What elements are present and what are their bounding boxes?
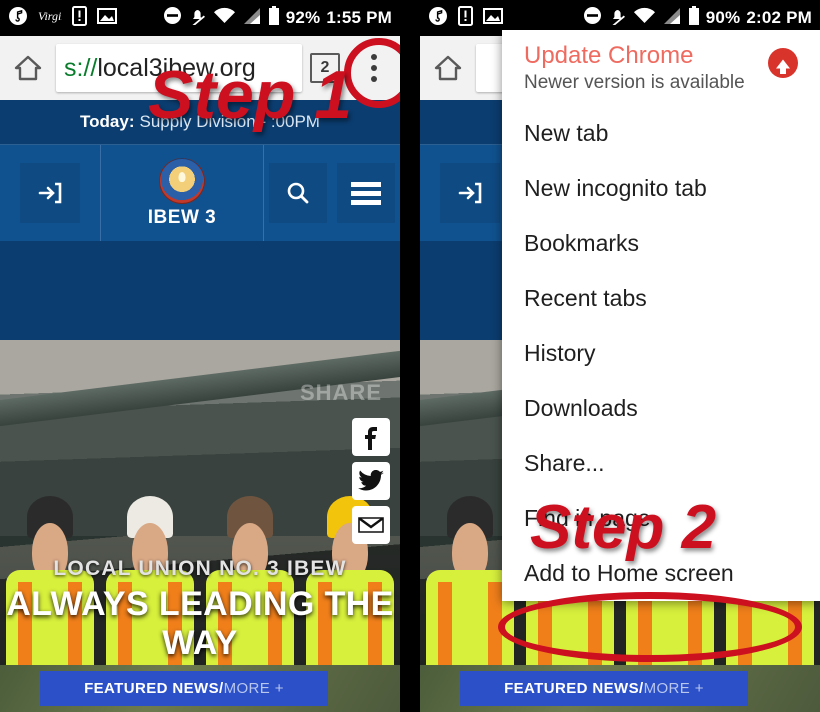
update-chrome-title: Update Chrome bbox=[524, 42, 694, 69]
email-icon[interactable] bbox=[352, 506, 390, 544]
silent-bell-icon bbox=[608, 6, 627, 30]
left-phone-screenshot: Virgin bbox=[0, 0, 400, 712]
chrome-toolbar: s://local3ibew.org 2 bbox=[0, 36, 400, 100]
status-bar-clock: 2:02 PM bbox=[746, 8, 812, 27]
hamburger-icon bbox=[337, 163, 395, 223]
url-scheme: s:// bbox=[64, 53, 98, 82]
login-icon bbox=[440, 163, 500, 223]
hero-headline: ALWAYS LEADING THE WAY bbox=[6, 585, 394, 662]
omnibox-url-bar[interactable]: s://local3ibew.org bbox=[56, 44, 302, 92]
tab-switcher-button[interactable]: 2 bbox=[302, 53, 348, 83]
home-button[interactable] bbox=[420, 54, 476, 82]
screenshot-image-icon bbox=[483, 7, 503, 30]
today-announcement-bar: Today: Supply Division - :00PM bbox=[0, 100, 400, 145]
do-not-disturb-icon bbox=[163, 6, 182, 30]
wifi-icon bbox=[213, 7, 236, 30]
status-bar-clock: 1:55 PM bbox=[326, 8, 392, 27]
status-bar-system-icons: 90% 2:02 PM bbox=[583, 5, 820, 31]
featured-news-label: FEATURED NEWS/ bbox=[84, 680, 224, 697]
website-viewport: Today: Supply Division - :00PM IBEW 3 SH… bbox=[0, 100, 400, 712]
search-icon bbox=[269, 163, 327, 223]
social-share-buttons bbox=[352, 418, 390, 544]
site-navbar: IBEW 3 bbox=[0, 145, 400, 241]
featured-news-more: MORE + bbox=[643, 680, 704, 697]
featured-news-more: MORE + bbox=[223, 680, 284, 697]
upgrade-arrow-icon bbox=[768, 48, 798, 78]
menu-item-history[interactable]: History bbox=[502, 326, 820, 381]
login-button[interactable] bbox=[0, 145, 100, 241]
menu-item-recent-tabs[interactable]: Recent tabs bbox=[502, 271, 820, 326]
music-note-icon bbox=[428, 6, 448, 31]
cell-signal-icon bbox=[662, 7, 682, 30]
url-text: s://local3ibew.org bbox=[64, 54, 256, 83]
battery-percent: 92% bbox=[285, 8, 321, 27]
status-bar-notification-icons bbox=[420, 5, 503, 31]
update-chrome-subtitle: Newer version is available bbox=[524, 72, 745, 93]
chrome-overflow-menu: Update Chrome Newer version is available… bbox=[502, 30, 820, 601]
share-label: SHARE bbox=[299, 380, 382, 405]
login-icon bbox=[20, 163, 80, 223]
menu-item-find-in-page[interactable]: Find in page bbox=[502, 491, 820, 546]
overflow-menu-icon bbox=[371, 54, 377, 82]
tab-count-label: 2 bbox=[310, 53, 340, 83]
today-label: Today: bbox=[80, 112, 135, 131]
site-logo[interactable]: IBEW 3 bbox=[100, 145, 264, 241]
menu-button[interactable] bbox=[332, 145, 400, 241]
sim-alert-icon bbox=[72, 5, 87, 31]
overflow-menu-button[interactable] bbox=[348, 54, 400, 82]
twitter-icon[interactable] bbox=[352, 462, 390, 500]
cell-signal-icon bbox=[242, 7, 262, 30]
featured-news-bar: FEATURED NEWS/ MORE + bbox=[420, 665, 820, 712]
screenshot-root: Virgin bbox=[0, 0, 820, 712]
menu-item-new-tab[interactable]: New tab bbox=[502, 106, 820, 161]
status-bar-notification-icons: Virgin bbox=[0, 5, 117, 31]
menu-item-bookmarks[interactable]: Bookmarks bbox=[502, 216, 820, 271]
featured-news-strip[interactable]: FEATURED NEWS/ MORE + bbox=[460, 671, 748, 706]
today-text: Supply Division - :00PM bbox=[139, 112, 320, 131]
menu-item-share[interactable]: Share... bbox=[502, 436, 820, 491]
url-host: local3ibew.org bbox=[97, 53, 256, 82]
featured-news-bar: FEATURED NEWS/ MORE + bbox=[0, 665, 400, 712]
facebook-icon[interactable] bbox=[352, 418, 390, 456]
ibew-seal-icon bbox=[159, 157, 205, 204]
virgin-logo-icon: Virgin bbox=[38, 8, 67, 29]
status-bar-system-icons: 92% 1:55 PM bbox=[163, 5, 400, 31]
screenshot-image-icon bbox=[97, 7, 117, 30]
sim-alert-icon bbox=[458, 5, 473, 31]
update-chrome-menu-item[interactable]: Update Chrome Newer version is available bbox=[502, 30, 820, 106]
hero-kicker: LOCAL UNION NO. 3 IBEW bbox=[53, 557, 347, 580]
silent-bell-icon bbox=[188, 6, 207, 30]
menu-item-downloads[interactable]: Downloads bbox=[502, 381, 820, 436]
do-not-disturb-icon bbox=[583, 6, 602, 30]
featured-news-label: FEATURED NEWS/ bbox=[504, 680, 644, 697]
battery-icon bbox=[688, 5, 700, 31]
battery-percent: 90% bbox=[705, 8, 741, 27]
site-logo-text: IBEW 3 bbox=[147, 206, 217, 228]
menu-item-new-incognito-tab[interactable]: New incognito tab bbox=[502, 161, 820, 216]
hero-banner: SHARE LOCAL UNION NO. 3 IBEW ALWAYS LEAD… bbox=[0, 340, 400, 712]
svg-text:Virgin: Virgin bbox=[38, 9, 62, 23]
right-phone-screenshot: 90% 2:02 PM Today: bbox=[420, 0, 820, 712]
search-button[interactable] bbox=[264, 145, 332, 241]
wifi-icon bbox=[633, 7, 656, 30]
featured-news-strip[interactable]: FEATURED NEWS/ MORE + bbox=[40, 671, 328, 706]
battery-icon bbox=[268, 5, 280, 31]
home-button[interactable] bbox=[0, 54, 56, 82]
android-status-bar: Virgin bbox=[0, 0, 400, 36]
music-note-icon bbox=[8, 6, 28, 31]
menu-item-add-to-home-screen[interactable]: Add to Home screen bbox=[502, 546, 820, 601]
